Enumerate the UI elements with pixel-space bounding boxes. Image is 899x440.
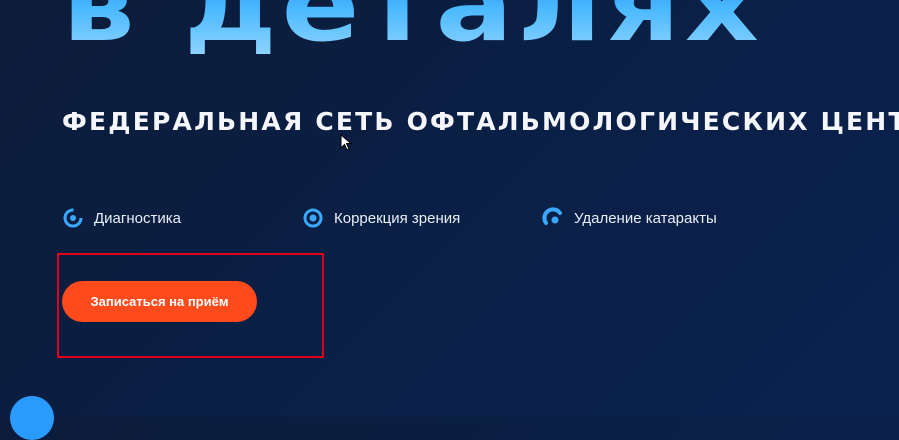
feature-diagnostics[interactable]: Диагностика bbox=[62, 205, 181, 231]
feature-label: Коррекция зрения bbox=[334, 209, 461, 227]
feature-label: Диагностика bbox=[94, 209, 181, 227]
hero-title: в деталях bbox=[62, 0, 764, 56]
feature-vision-correction[interactable]: Коррекция зрения bbox=[302, 205, 460, 231]
cataract-removal-icon bbox=[542, 207, 562, 225]
feature-cataract-removal[interactable]: Удаление катаракты bbox=[542, 205, 717, 231]
vision-correction-icon bbox=[303, 208, 323, 228]
diagnostics-icon bbox=[63, 208, 83, 228]
floating-action-button[interactable] bbox=[10, 396, 54, 440]
feature-list: Диагностика Коррекция зрения Удаление ка… bbox=[62, 205, 822, 231]
mouse-cursor-icon bbox=[340, 134, 352, 151]
book-appointment-button[interactable]: Записаться на приём bbox=[62, 281, 257, 322]
feature-label: Удаление катаракты bbox=[574, 209, 717, 227]
hero-subtitle: ФЕДЕРАЛЬНАЯ СЕТЬ ОФТАЛЬМОЛОГИЧЕСКИХ ЦЕНТ… bbox=[62, 107, 899, 136]
